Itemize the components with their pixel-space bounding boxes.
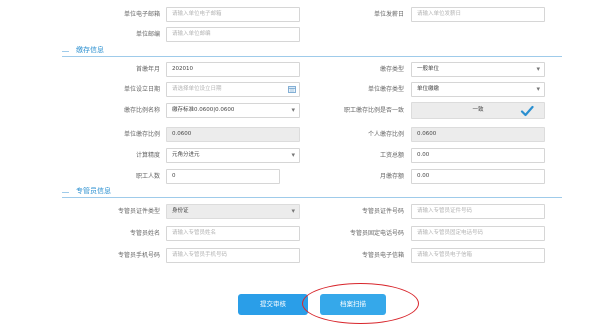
admin-section-divider [62, 197, 562, 198]
admin-id-number-label: 专管员证件号码 [361, 208, 404, 215]
unit-ratio-field: 0.0600 [166, 127, 300, 142]
unit-deposit-type-label: 单位缴存类型 [367, 86, 404, 93]
admin-mobile-label: 专管员手机号码 [117, 252, 160, 259]
unit-payday-label: 单位发薪日 [373, 11, 404, 18]
admin-id-type-label: 专管员证件类型 [117, 208, 160, 215]
deposit-type-select[interactable]: 一般单位 [411, 62, 545, 77]
highlight-ring [302, 283, 419, 324]
ratio-name-label: 缴存比例名称 [123, 107, 160, 114]
admin-landline-input[interactable]: 请输入专管员固定电话号码 [411, 226, 545, 241]
submit-review-button[interactable]: 提交审核 [238, 294, 308, 315]
admin-name-input[interactable]: 请输入专管员姓名 [166, 226, 300, 241]
admin-section-title: 专管员信息 [76, 187, 111, 195]
personal-ratio-label: 个人缴存比例 [367, 131, 404, 138]
monthly-amount-label: 月缴存额 [379, 173, 404, 180]
ratio-name-select[interactable]: 缴存标准0.0600|0.0600 [166, 103, 300, 118]
deposit-section-divider [62, 56, 562, 57]
unit-postcode-input[interactable]: 请输入单位邮编 [166, 27, 300, 42]
admin-landline-label: 专管员固定电话号码 [349, 230, 404, 237]
first-month-label: 首缴年月 [135, 66, 160, 73]
same-ratio-label: 职工缴存比例是否一致 [343, 107, 404, 114]
monthly-amount-input[interactable]: 0.00 [411, 169, 545, 184]
unit-ratio-label: 单位缴存比例 [123, 131, 160, 138]
same-ratio-value: 一致 [472, 107, 484, 113]
established-date-label: 单位设立日期 [123, 86, 160, 93]
section-marker [62, 51, 69, 52]
unit-payday-input[interactable]: 请输入单位发薪日 [411, 7, 545, 22]
deposit-section-title: 缴存信息 [76, 46, 104, 54]
unit-email-input[interactable]: 请输入单位电子邮箱 [166, 7, 300, 22]
unit-deposit-type-select[interactable]: 单位缴缴 [411, 82, 545, 97]
unit-email-label: 单位电子邮箱 [123, 11, 160, 18]
admin-name-label: 专管员姓名 [129, 230, 160, 237]
admin-email-label: 专管员电子信箱 [361, 252, 404, 259]
precision-select[interactable]: 元角分进元 [166, 148, 300, 163]
wage-total-input[interactable]: 0.00 [411, 148, 545, 163]
precision-label: 计算精度 [135, 152, 160, 159]
unit-postcode-label: 单位邮编 [135, 31, 160, 38]
checkmark-icon [520, 105, 534, 117]
headcount-label: 职工人数 [135, 173, 160, 180]
personal-ratio-field: 0.0600 [411, 127, 545, 142]
wage-total-label: 工资总额 [379, 152, 404, 159]
same-ratio-toggle[interactable]: 一致 [411, 102, 545, 119]
first-month-input[interactable]: 202010 [166, 62, 300, 77]
established-date-placeholder: 请选择单位设立日期 [172, 86, 222, 92]
admin-id-type-select[interactable]: 身份证 [166, 204, 300, 219]
deposit-type-label: 缴存类型 [379, 66, 404, 73]
admin-email-input[interactable]: 请输入专管员电子信箱 [411, 248, 545, 263]
admin-mobile-input[interactable]: 请输入专管员手机号码 [166, 248, 300, 263]
established-date-input[interactable]: 请选择单位设立日期 [166, 82, 300, 97]
section-marker [62, 192, 69, 193]
headcount-input[interactable]: 0 [166, 169, 280, 184]
calendar-icon[interactable] [288, 86, 296, 93]
admin-id-number-input[interactable]: 请输入专管员证件号码 [411, 204, 545, 219]
